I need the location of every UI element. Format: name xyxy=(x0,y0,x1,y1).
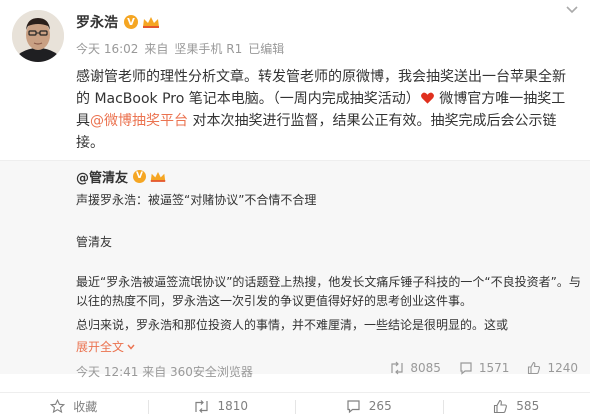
post-meta: 今天 16:02 来自 坚果手机 R1 已编辑 xyxy=(76,40,284,57)
count-text: 1240 xyxy=(547,361,578,375)
vip-crown-icon xyxy=(143,17,159,28)
repost-like-count[interactable]: 1240 xyxy=(527,361,578,375)
repost-author-row: @管清友 V xyxy=(76,167,167,186)
like-button[interactable]: 585 xyxy=(442,393,590,419)
author-row: 罗永浩 V xyxy=(76,12,161,32)
repost-button[interactable]: 1810 xyxy=(147,393,296,419)
repost-block[interactable]: @管清友 V 声援罗永浩：被逼签“对赌协议”不合情不合理 管清友 最近“罗永浩被… xyxy=(0,160,590,379)
content-line: 接。 xyxy=(76,135,104,151)
repost-comment-count[interactable]: 1571 xyxy=(459,361,510,375)
action-bar: 收藏 1810 265 585 xyxy=(0,392,590,419)
repost-text-line: 最近“罗永浩被逼签流氓协议”的话题登上热搜，他发长文痛斥锤子科技的一个“不良投资… xyxy=(76,275,581,289)
comment-icon xyxy=(347,399,360,413)
share-icon xyxy=(195,399,209,413)
post-source: 坚果手机 R1 xyxy=(174,42,243,56)
author-name[interactable]: 罗永浩 xyxy=(76,12,118,32)
favorite-button[interactable]: 收藏 xyxy=(0,393,148,419)
avatar[interactable] xyxy=(12,10,64,62)
thumbs-up-icon xyxy=(494,399,508,413)
star-icon xyxy=(50,398,66,413)
content-line: 具@微博抽奖平台 对本次抽奖进行监督，结果公正有效。抽奖完成后会公示链 xyxy=(76,110,576,132)
content-text: 对本次抽奖进行监督，结果公正有效。抽奖完成后会公示链 xyxy=(188,113,557,129)
like-count: 585 xyxy=(516,399,540,413)
repost-share-count[interactable]: 8085 xyxy=(390,361,441,375)
count-text: 8085 xyxy=(410,361,441,375)
share-icon xyxy=(391,361,403,375)
thumbs-up-icon xyxy=(528,361,541,375)
content-text: 具 xyxy=(76,113,90,129)
weibo-post: 罗永浩 V 今天 16:02 来自 坚果手机 R1 已编辑 感谢管老师的理性分析… xyxy=(0,0,590,419)
content-text: 微博官方唯一抽奖工 xyxy=(434,91,566,107)
favorite-label: 收藏 xyxy=(73,399,98,414)
content-line: 感谢管老师的理性分析文章。转发管老师的原微博，我会抽奖送出一台苹果全新 xyxy=(76,69,566,85)
heart-icon xyxy=(420,92,434,104)
source-prefix: 来自 xyxy=(144,42,169,56)
post-time[interactable]: 今天 16:02 xyxy=(76,40,138,57)
verified-badge-icon: V xyxy=(124,15,138,29)
repost-byline: 管清友 xyxy=(76,235,113,249)
edited-label: 已编辑 xyxy=(248,42,285,56)
content-line: 的 MacBook Pro 笔记本电脑。（一周内完成抽奖活动） 微博官方唯一抽奖… xyxy=(76,88,576,110)
mention-link[interactable]: @微博抽奖平台 xyxy=(90,113,188,129)
vip-crown-icon xyxy=(150,171,166,182)
repost-title: 声援罗永浩：被逼签“对赌协议”不合情不合理 xyxy=(76,193,317,207)
expand-full-text-link[interactable]: 展开全文 xyxy=(76,338,136,355)
comment-button[interactable]: 265 xyxy=(295,393,443,419)
repost-text-line: 总归来说，罗永浩和那位投资人的事情，并不难厘清，一些结论是很明显的。这或 xyxy=(76,318,509,332)
content-text: 的 MacBook Pro 笔记本电脑。（一周内完成抽奖活动） xyxy=(76,91,420,107)
repost-count: 1810 xyxy=(217,399,249,413)
comment-count: 265 xyxy=(368,399,392,413)
repost-meta: 今天 12:41 来自 360安全浏览器 xyxy=(76,365,253,379)
comment-icon xyxy=(460,362,472,375)
repost-stats: 8085 1571 1240 xyxy=(390,361,578,375)
count-text: 1571 xyxy=(478,361,510,375)
post-content: 感谢管老师的理性分析文章。转发管老师的原微博，我会抽奖送出一台苹果全新 的 Ma… xyxy=(76,66,576,154)
repost-author[interactable]: @管清友 xyxy=(76,167,128,186)
verified-badge-icon: V xyxy=(133,169,147,183)
expand-label: 展开全文 xyxy=(76,340,125,354)
repost-text-line: 以往的热度不同，罗永浩这一次引发的争议更值得好好的思考创业这件事。 xyxy=(76,294,473,308)
chevron-down-icon[interactable] xyxy=(564,3,580,17)
chevron-down-icon xyxy=(127,344,135,350)
